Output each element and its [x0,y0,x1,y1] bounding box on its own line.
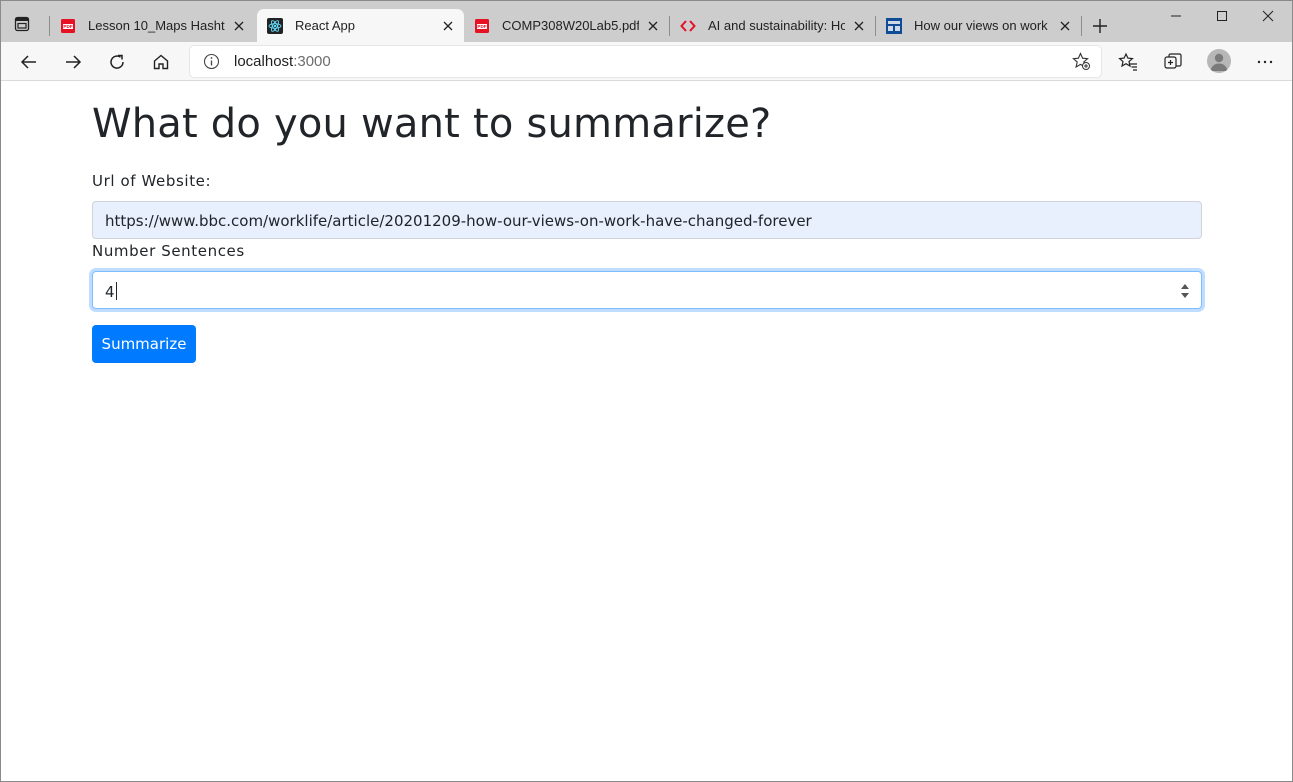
tab-lesson-10[interactable]: PDF Lesson 10_Maps Hashtables [50,9,255,42]
svg-text:PDF: PDF [63,24,72,29]
sentences-label: Number Sentences [92,242,245,260]
more-menu-icon[interactable] [1252,49,1278,75]
browser-window: PDF Lesson 10_Maps Hashtables React App … [0,0,1293,782]
favorites-icon[interactable] [1115,49,1141,75]
add-favorite-icon[interactable] [1072,52,1091,71]
page-content: What do you want to summarize? Url of We… [1,82,1292,781]
code-icon [680,18,696,34]
tab-title: React App [295,18,355,33]
address-bar[interactable]: localhost:3000 [190,46,1101,77]
bbc-icon [886,17,902,34]
close-tab-icon[interactable] [643,16,663,36]
maximize-icon[interactable] [1199,1,1245,31]
collections-icon[interactable] [1160,49,1186,75]
browser-toolbar: localhost:3000 [1,42,1292,81]
tab-actions-icon[interactable] [11,13,33,35]
number-spinner-icon[interactable] [1179,281,1191,301]
sentences-input-value: 4 [105,283,115,301]
tab-ai-sustainability[interactable]: AI and sustainability: How [670,9,875,42]
close-tab-icon[interactable] [849,16,869,36]
back-icon[interactable] [16,49,42,75]
tab-comp308-lab5[interactable]: PDF COMP308W20Lab5.pdf [464,9,669,42]
tab-title: COMP308W20Lab5.pdf [502,18,639,33]
summarize-button[interactable]: Summarize [92,325,196,363]
minimize-icon[interactable] [1153,1,1199,31]
tab-bbc-worklife[interactable]: How our views on work ha [876,9,1081,42]
close-window-icon[interactable] [1245,1,1291,31]
close-tab-icon[interactable] [1055,16,1075,36]
url-port: :3000 [293,53,331,70]
url-input[interactable]: https://www.bbc.com/worklife/article/202… [92,201,1202,239]
page-heading: What do you want to summarize? [92,101,772,147]
sentences-number-input[interactable]: 4 [92,271,1202,309]
tab-title: How our views on work ha [914,18,1051,33]
url-host: localhost [234,53,294,70]
tab-title: AI and sustainability: How [708,18,845,33]
close-tab-icon[interactable] [229,16,249,36]
home-icon[interactable] [148,49,174,75]
tab-strip: PDF Lesson 10_Maps Hashtables React App … [1,1,1292,42]
tab-separator [1081,16,1082,36]
url-label: Url of Website: [92,172,212,190]
new-tab-icon[interactable] [1089,15,1111,37]
profile-avatar[interactable] [1207,49,1231,73]
pdf-icon: PDF [60,18,76,34]
pdf-icon: PDF [474,18,490,34]
close-tab-icon[interactable] [438,16,458,36]
site-info-icon[interactable] [203,53,220,70]
url-input-value: https://www.bbc.com/worklife/article/202… [105,212,812,230]
tab-react-app[interactable]: React App [257,9,464,42]
svg-text:PDF: PDF [477,24,486,29]
address-url: localhost:3000 [234,53,331,70]
refresh-icon[interactable] [104,49,130,75]
text-caret [115,282,117,300]
react-icon [267,17,283,34]
forward-icon[interactable] [60,49,86,75]
tab-title: Lesson 10_Maps Hashtables [88,18,225,33]
